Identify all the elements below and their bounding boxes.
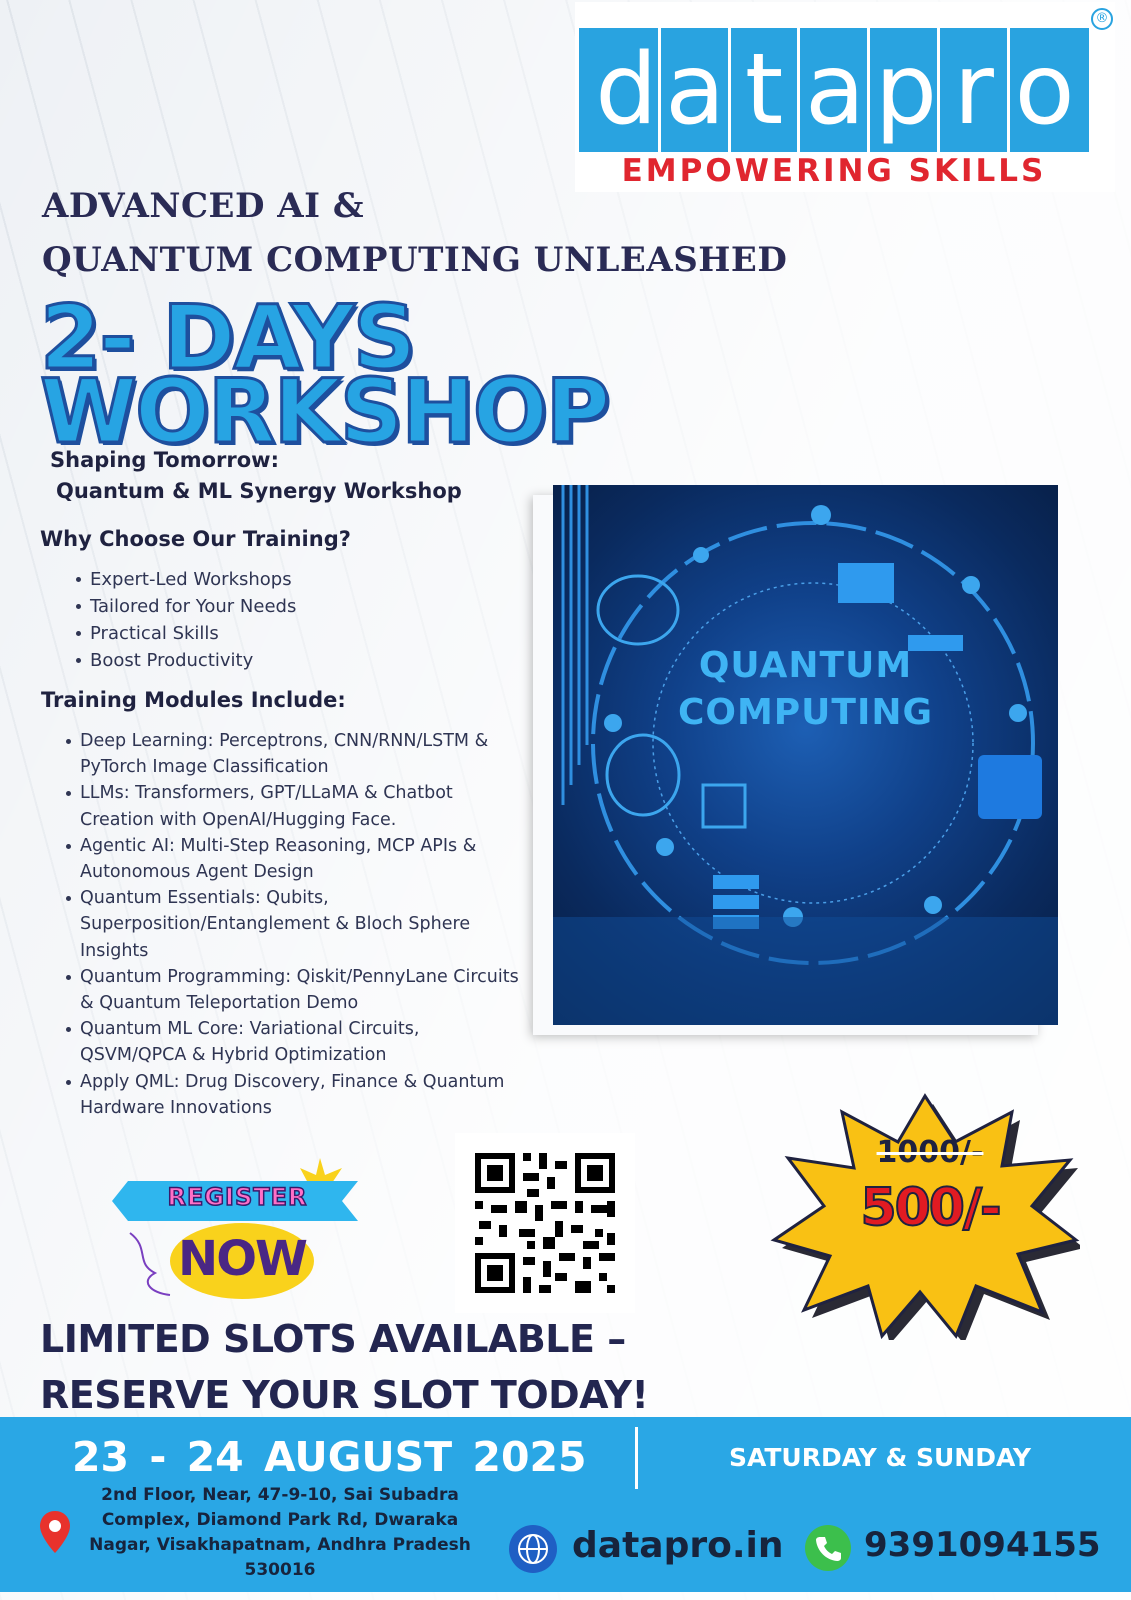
website-link[interactable]: datapro.in	[572, 1525, 783, 1566]
logo-letter: a	[665, 33, 726, 147]
quantum-word: QUANTUM	[698, 645, 913, 686]
cta-line-1: LIMITED SLOTS AVAILABLE –	[40, 1317, 626, 1361]
modules-list: Deep Learning: Perceptrons, CNN/RNN/LSTM…	[64, 728, 544, 1121]
list-item: Quantum ML Core: Variational Circuits, QS…	[64, 1016, 544, 1068]
list-item: Deep Learning: Perceptrons, CNN/RNN/LSTM…	[64, 728, 544, 780]
logo-letter: t	[744, 33, 784, 147]
cta-line-2: RESERVE YOUR SLOT TODAY!	[40, 1373, 649, 1417]
subtitle-line-2: Quantum & ML Synergy Workshop	[56, 479, 462, 503]
footer-bar: 23 - 24 AUGUST 2025 SATURDAY & SUNDAY 2n…	[0, 1417, 1131, 1592]
list-item: Boost Productivity	[74, 647, 296, 674]
list-item: Apply QML: Drug Discovery, Finance & Qua…	[64, 1069, 544, 1121]
logo-letter: r	[953, 33, 994, 147]
datapro-logo: ® d a t a p r o EMPOWERING SKILLS	[575, 2, 1115, 192]
price-burst: 1000/- 500/-	[770, 1090, 1080, 1340]
register-label: REGISTER	[167, 1182, 308, 1212]
workshop-heading: WORKSHOP	[38, 360, 611, 463]
computing-word: COMPUTING	[677, 692, 934, 733]
qr-code[interactable]	[455, 1133, 635, 1313]
phone-number[interactable]: 9391094155	[864, 1525, 1101, 1565]
logo-letter: d	[595, 33, 658, 147]
subtitle-line-1: Shaping Tomorrow:	[50, 448, 279, 472]
now-label: NOW	[178, 1231, 308, 1287]
list-item: Practical Skills	[74, 620, 296, 647]
logo-letter: p	[874, 33, 938, 147]
list-item: Quantum Essentials: Qubits, Superposition…	[64, 885, 544, 964]
old-price: 1000/-	[876, 1135, 984, 1170]
globe-icon	[509, 1525, 557, 1573]
address: 2nd Floor, Near, 47-9-10, Sai Subadra Co…	[89, 1485, 471, 1580]
title-line-1: ADVANCED AI &	[42, 186, 365, 226]
logo-letter: a	[804, 33, 865, 147]
title-line-2: QUANTUM COMPUTING UNLEASHED	[42, 240, 788, 280]
new-price: 500/-	[859, 1177, 1002, 1239]
list-item: Tailored for Your Needs	[74, 593, 296, 620]
list-item: Quantum Programming: Qiskit/PennyLane Ci…	[64, 964, 544, 1016]
registered-mark: ®	[1091, 8, 1113, 30]
event-date: 23 - 24 AUGUST 2025	[72, 1433, 587, 1481]
list-item: Agentic AI: Multi-Step Reasoning, MCP AP…	[64, 833, 544, 885]
list-item: LLMs: Transformers, GPT/LLaMA & Chatbot C…	[64, 780, 544, 832]
modules-heading: Training Modules Include:	[41, 688, 346, 712]
event-days: SATURDAY & SUNDAY	[728, 1443, 1032, 1472]
phone-icon	[805, 1525, 851, 1571]
list-item: Expert-Led Workshops	[74, 566, 296, 593]
logo-letter: o	[1014, 33, 1075, 147]
logo-wordmark: d a t a p r o	[579, 28, 1089, 152]
quantum-computing-illustration: QUANTUM COMPUTING	[553, 485, 1058, 1025]
why-list: Expert-Led Workshops Tailored for Your N…	[74, 566, 296, 674]
why-heading: Why Choose Our Training?	[40, 527, 351, 551]
register-now-button[interactable]: REGISTER NOW	[110, 1153, 360, 1303]
logo-tagline: EMPOWERING SKILLS	[621, 153, 1047, 189]
location-pin-icon	[40, 1511, 70, 1553]
footer-divider	[635, 1427, 638, 1489]
